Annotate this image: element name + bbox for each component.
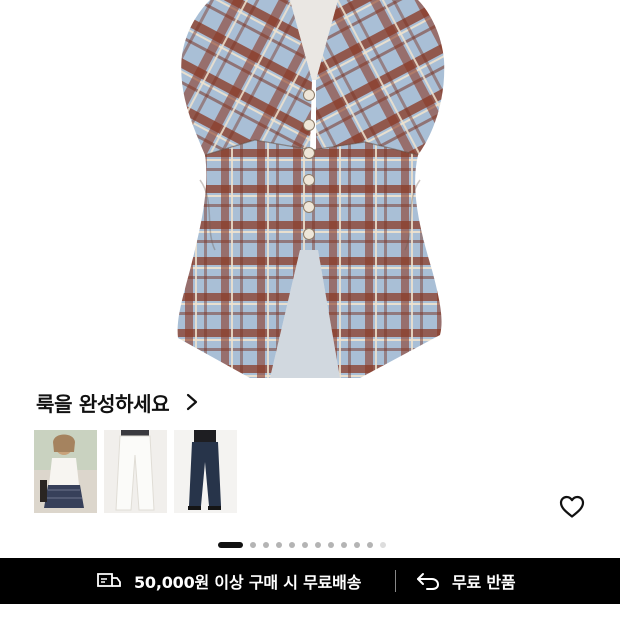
page-dot[interactable] [380, 542, 386, 548]
product-image[interactable] [0, 0, 620, 385]
wishlist-button[interactable] [557, 492, 587, 522]
page-dot[interactable] [250, 542, 256, 548]
free-shipping-text: 50,000원 이상 구매 시 무료배송 [134, 573, 362, 592]
complete-the-look-title: 룩을 완성하세요 [36, 391, 170, 416]
promo-divider [395, 570, 396, 592]
free-return-text: 무료 반품 [452, 573, 516, 592]
heart-outline-icon [559, 495, 585, 518]
page-dot[interactable] [354, 542, 360, 548]
free-return-info[interactable]: 무료 반품 [416, 558, 516, 604]
page-dot[interactable] [276, 542, 282, 548]
delivery-truck-icon [97, 573, 121, 587]
page-dot[interactable] [367, 542, 373, 548]
product-detail-screen: 룩을 완성하세요 50,000원 이상 구매 시 무료배송 무료 반품 [0, 0, 620, 620]
page-dot[interactable] [263, 542, 269, 548]
look-thumbnail-3[interactable] [174, 430, 237, 513]
page-dot[interactable] [289, 542, 295, 548]
look-thumbnail-2[interactable] [104, 430, 167, 513]
free-shipping-info[interactable]: 50,000원 이상 구매 시 무료배송 [96, 558, 361, 604]
chevron-right-icon [183, 393, 201, 411]
plaid-halter-top-image [177, 0, 445, 378]
look-thumbnail-1[interactable] [34, 430, 97, 513]
image-pagination [218, 541, 386, 549]
complete-the-look-link[interactable]: 룩을 완성하세요 [36, 388, 201, 416]
page-dot[interactable] [302, 542, 308, 548]
promo-bar: 50,000원 이상 구매 시 무료배송 무료 반품 [0, 558, 620, 604]
page-dot[interactable] [341, 542, 347, 548]
page-dot[interactable] [315, 542, 321, 548]
return-arrow-icon [417, 573, 440, 590]
page-dot[interactable] [218, 542, 243, 548]
page-dot[interactable] [328, 542, 334, 548]
look-thumbnails [34, 430, 237, 513]
